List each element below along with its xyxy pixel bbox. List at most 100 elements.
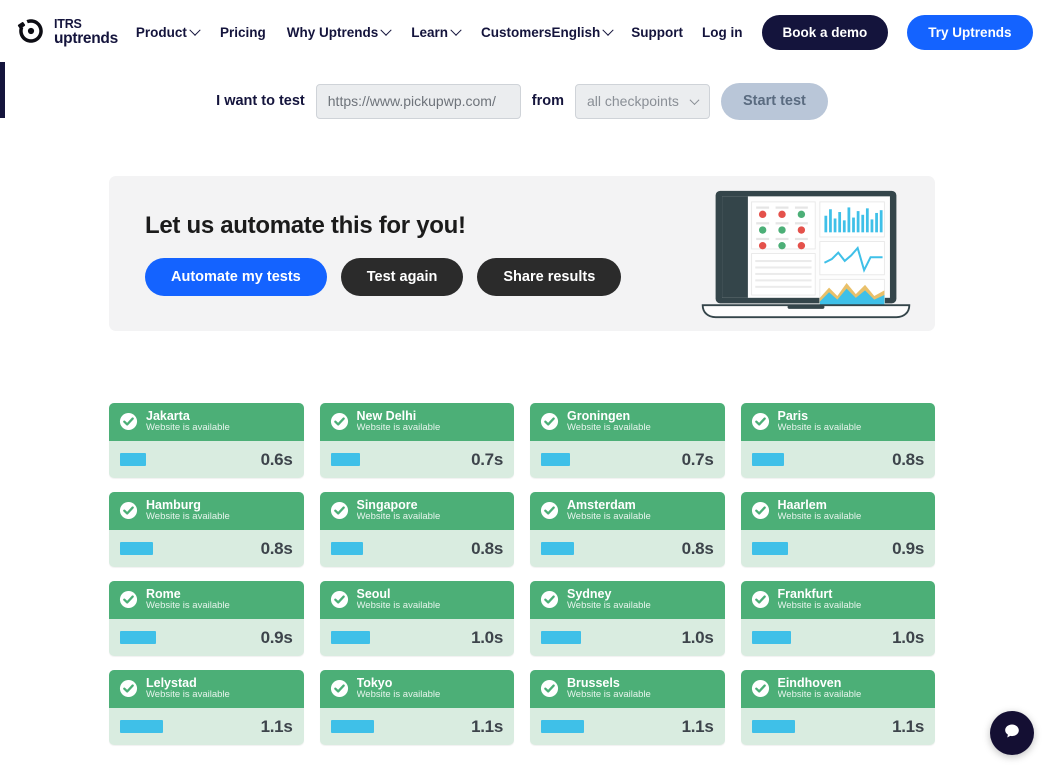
nav-item-why-uptrends[interactable]: Why Uptrends <box>286 24 392 40</box>
chevron-down-icon <box>450 24 462 36</box>
from-label: from <box>531 93 564 109</box>
checkpoint-city-name: Eindhoven <box>777 676 842 691</box>
checkpoint-card-header-text: Hamburg Website is available <box>146 498 230 523</box>
share-results-button[interactable]: Share results <box>477 257 622 296</box>
nav-item-learn[interactable]: Learn <box>411 24 462 40</box>
checkpoint-card-header: Frankfurt Website is available <box>740 581 935 619</box>
brand-logo[interactable]: ITRS uptrends <box>16 18 118 48</box>
checkpoint-select-value: all checkpoints <box>587 93 679 109</box>
checkpoint-result-card[interactable]: Paris Website is available 0.8s <box>740 403 935 478</box>
check-circle-icon <box>330 679 349 698</box>
checkpoint-result-card[interactable]: Seoul Website is available 1.0s <box>319 581 514 656</box>
checkpoint-load-time-value: 0.6s <box>260 449 293 469</box>
start-test-button[interactable]: Start test <box>721 82 828 120</box>
check-circle-icon <box>540 590 559 609</box>
checkpoint-status-text: Website is available <box>356 511 441 523</box>
checkpoint-card-body: 0.9s <box>109 619 304 656</box>
checkpoint-load-time-value: 1.1s <box>892 716 924 736</box>
language-selector[interactable]: English <box>551 24 614 40</box>
automate-promo-card: Let us automate this for you! Automate m… <box>109 176 935 331</box>
checkpoint-card-header-text: Haarlem Website is available <box>778 498 862 523</box>
checkpoint-card-body: 0.9s <box>741 530 936 567</box>
checkpoint-status-text: Website is available <box>567 600 651 612</box>
checkpoint-result-card[interactable]: Amsterdam Website is available 0.8s <box>530 492 725 567</box>
check-circle-icon <box>330 501 349 520</box>
checkpoint-load-time-value: 1.0s <box>471 627 503 647</box>
checkpoint-card-header: Sydney Website is available <box>530 581 725 619</box>
nav-right-group: English Support Log in Book a demo Try U… <box>552 15 1033 50</box>
checkpoint-city-name: Amsterdam <box>567 498 636 513</box>
nav-item-customers[interactable]: Customers <box>481 25 552 40</box>
checkpoint-status-text: Website is available <box>777 600 862 612</box>
check-circle-icon <box>119 679 138 698</box>
checkpoint-card-header-text: Paris Website is available <box>778 409 862 434</box>
checkpoint-result-card[interactable]: Rome Website is available 0.9s <box>109 581 304 656</box>
nav-item-login-label: Log in <box>702 25 743 40</box>
nav-item-why-uptrends-label: Why Uptrends <box>286 25 379 40</box>
checkpoint-result-card[interactable]: Jakarta Website is available 0.6s <box>109 403 304 478</box>
checkpoint-result-card[interactable]: New Delhi Website is available 0.7s <box>319 403 514 478</box>
checkpoint-card-body: 1.1s <box>530 708 725 745</box>
nav-item-product[interactable]: Product <box>136 24 201 40</box>
checkpoint-load-time-bar <box>751 542 788 555</box>
checkpoint-result-card[interactable]: Lelystad Website is available 1.1s <box>109 670 304 745</box>
checkpoint-result-card[interactable]: Singapore Website is available 0.8s <box>319 492 514 567</box>
nav-item-pricing-label: Pricing <box>219 25 266 40</box>
checkpoint-card-header: Rome Website is available <box>109 581 304 619</box>
checkpoint-card-body: 0.8s <box>530 530 725 567</box>
url-input[interactable] <box>315 83 521 119</box>
checkpoint-status-text: Website is available <box>567 689 651 701</box>
checkpoint-card-header: Hamburg Website is available <box>109 492 304 530</box>
checkpoint-load-time-bar <box>330 542 364 555</box>
checkpoint-result-card[interactable]: Tokyo Website is available 1.1s <box>319 670 515 745</box>
checkpoint-load-time-value: 1.1s <box>681 716 714 736</box>
checkpoint-city-name: Brussels <box>567 676 620 691</box>
checkpoint-card-header: Lelystad Website is available <box>109 670 304 708</box>
checkpoint-result-card[interactable]: Hamburg Website is available 0.8s <box>109 492 304 567</box>
checkpoint-card-header-text: Sydney Website is available <box>567 587 651 612</box>
checkpoint-result-card[interactable]: Frankfurt Website is available 1.0s <box>740 581 935 656</box>
chevron-down-icon <box>602 24 614 36</box>
checkpoint-city-name: Singapore <box>356 498 418 513</box>
chat-widget-button[interactable] <box>990 711 1034 755</box>
checkpoint-card-header-text: Rome Website is available <box>146 587 230 612</box>
checkpoint-status-text: Website is available <box>146 422 230 434</box>
check-circle-icon <box>540 501 559 520</box>
checkpoint-load-time-bar <box>120 542 153 555</box>
checkpoint-card-body: 1.0s <box>530 619 725 656</box>
check-circle-icon <box>751 590 770 609</box>
checkpoint-result-card[interactable]: Brussels Website is available 1.1s <box>530 670 725 745</box>
nav-item-support[interactable]: Support <box>631 25 683 40</box>
checkpoint-load-time-value: 1.1s <box>260 716 293 736</box>
checkpoint-load-time-value: 0.9s <box>892 538 924 558</box>
checkpoint-card-body: 1.1s <box>320 708 515 745</box>
try-uptrends-button[interactable]: Try Uptrends <box>907 15 1033 50</box>
checkpoint-result-card[interactable]: Sydney Website is available 1.0s <box>530 581 725 656</box>
checkpoint-card-header-text: Seoul Website is available <box>357 587 441 612</box>
checkpoint-load-time-bar <box>541 720 585 733</box>
checkpoint-result-card[interactable]: Eindhoven Website is available 1.1s <box>740 670 935 745</box>
checkpoint-result-card[interactable]: Groningen Website is available 0.7s <box>530 403 725 478</box>
checkpoint-card-header: Jakarta Website is available <box>109 403 304 441</box>
check-circle-icon <box>119 590 138 609</box>
chevron-down-icon <box>380 24 392 36</box>
language-selector-label: English <box>551 25 601 40</box>
automate-my-tests-button[interactable]: Automate my tests <box>145 257 327 296</box>
checkpoint-card-header-text: Jakarta Website is available <box>146 409 230 434</box>
checkpoint-city-name: Frankfurt <box>777 587 833 602</box>
check-circle-icon <box>540 412 559 431</box>
book-a-demo-button[interactable]: Book a demo <box>761 15 889 50</box>
top-navigation-bar: ITRS uptrends Product Pricing Why Uptren… <box>0 0 1044 65</box>
checkpoint-result-card[interactable]: Haarlem Website is available 0.9s <box>740 492 936 567</box>
checkpoint-load-time-bar <box>330 631 371 644</box>
nav-item-pricing[interactable]: Pricing <box>220 25 266 40</box>
checkpoint-city-name: New Delhi <box>356 409 417 424</box>
checkpoint-card-header-text: Brussels Website is available <box>567 676 651 701</box>
checkpoint-card-header-text: Eindhoven Website is available <box>778 676 862 701</box>
nav-item-login[interactable]: Log in <box>702 25 743 40</box>
checkpoint-select[interactable]: all checkpoints <box>575 83 710 119</box>
checkpoint-card-header: Groningen Website is available <box>530 403 725 441</box>
checkpoint-city-name: Seoul <box>356 587 391 602</box>
laptop-dashboard-illustration-icon <box>688 187 923 321</box>
test-again-button[interactable]: Test again <box>340 257 464 296</box>
